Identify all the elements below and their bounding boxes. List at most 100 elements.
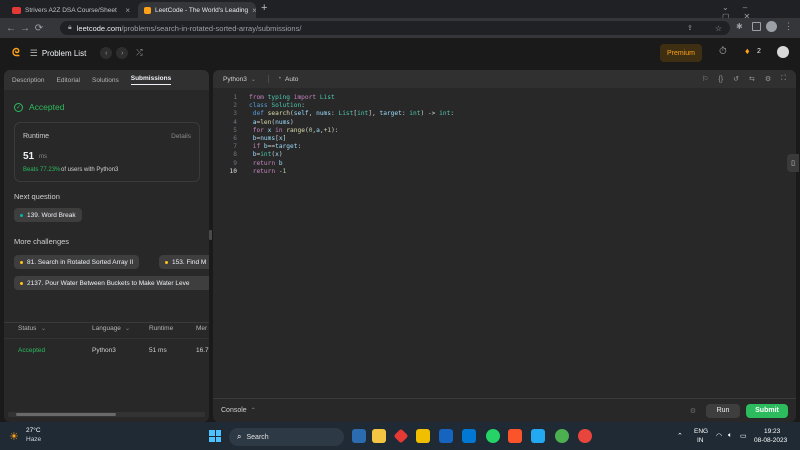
problem-list-link[interactable]: Problem List: [42, 49, 86, 58]
code-line: 1 from typing import List: [233, 94, 335, 101]
browser-tab-strivers[interactable]: Strivers A2Z DSA Course/Sheet ×: [6, 2, 136, 18]
sticky-notes-icon[interactable]: [416, 429, 430, 443]
windows-start-icon[interactable]: [209, 430, 221, 442]
table-header-runtime: Runtime: [149, 325, 174, 332]
chrome-icon[interactable]: [555, 429, 569, 443]
tab-editorial[interactable]: Editorial: [57, 77, 80, 84]
volume-icon[interactable]: 🔈︎: [728, 432, 732, 440]
chevron-down-icon[interactable]: ⌄: [251, 76, 256, 83]
tab-description[interactable]: Description: [12, 77, 45, 84]
run-button[interactable]: Run: [706, 403, 740, 418]
code-line: 4 a=len(nums): [233, 118, 294, 126]
outlook-icon[interactable]: [462, 429, 476, 443]
forward-arrow-icon[interactable]: →: [18, 23, 32, 34]
challenge-chip[interactable]: 2137. Pour Water Between Buckets to Make…: [14, 276, 209, 290]
tab-title: LeetCode - The World's Leading: [155, 6, 249, 14]
reset-icon[interactable]: ↺: [733, 75, 739, 83]
share-icon[interactable]: ⇪: [687, 24, 693, 32]
tab-solutions[interactable]: Solutions: [92, 77, 119, 84]
weather-temp[interactable]: 27°C: [26, 427, 41, 434]
code-line: 9 return b: [233, 159, 283, 167]
bookmark-icon[interactable]: ⚐: [702, 75, 708, 83]
language-select[interactable]: Python3: [223, 76, 247, 83]
scrollbar-thumb[interactable]: [16, 413, 116, 416]
submit-button[interactable]: Submit: [746, 403, 788, 418]
battery-icon[interactable]: ▭: [740, 432, 747, 440]
left-panel-tabs: Description Editorial Solutions Submissi…: [4, 70, 209, 90]
beats-suffix: of users with Python3: [61, 167, 119, 173]
back-arrow-icon[interactable]: ←: [4, 23, 18, 34]
code-line: 3 def search(self, nums: List[int], targ…: [233, 110, 455, 118]
browser-menu-icon[interactable]: ⋮: [784, 21, 793, 32]
details-link[interactable]: Details: [171, 133, 191, 140]
next-question-chip[interactable]: 139. Word Break: [14, 208, 82, 222]
row-memory: 16.7: [196, 347, 209, 354]
task-view-icon[interactable]: [352, 429, 366, 443]
vscode-icon[interactable]: [531, 429, 545, 443]
shuffle-icon[interactable]: ⤮: [136, 48, 142, 58]
chevron-up-icon[interactable]: ⌃: [251, 407, 256, 414]
gear-icon[interactable]: ⚙: [765, 75, 771, 83]
clock-date: 08-08-2023: [754, 437, 788, 444]
taskbar-search[interactable]: ⌕ Search: [229, 428, 344, 446]
prev-problem-button[interactable]: ‹: [100, 47, 113, 59]
leetcode-logo-icon[interactable]: ᘓ: [12, 47, 20, 60]
new-tab-button[interactable]: +: [261, 2, 267, 14]
premium-button[interactable]: Premium: [660, 44, 702, 62]
console-toggle[interactable]: Console: [221, 407, 247, 414]
address-bar[interactable]: 🔒︎ leetcode.com /problems/search-in-rota…: [60, 21, 730, 35]
row-status[interactable]: Accepted: [18, 347, 45, 354]
notes-side-button[interactable]: ▯: [787, 154, 799, 172]
table-header-memory: Mer: [196, 325, 208, 332]
check-circle-icon: ✓: [14, 102, 23, 112]
sidepanel-icon[interactable]: [752, 22, 761, 31]
table-header-status[interactable]: Status: [18, 325, 36, 332]
horizontal-scrollbar[interactable]: [8, 412, 205, 417]
brave-icon[interactable]: [508, 429, 522, 443]
row-language: Python3: [92, 347, 116, 354]
close-icon[interactable]: ×: [121, 6, 130, 15]
close-icon[interactable]: ×: [248, 6, 256, 15]
code-settings-icon[interactable]: ⇆: [749, 75, 755, 83]
reload-icon[interactable]: ⟳: [32, 23, 46, 34]
browser-tab-leetcode[interactable]: LeetCode - The World's Leading ×: [138, 2, 256, 18]
panel-resize-handle[interactable]: [209, 230, 212, 240]
fire-icon[interactable]: ♦: [745, 46, 750, 56]
youtube-favicon-icon: [12, 6, 21, 14]
whatsapp-icon[interactable]: [486, 429, 500, 443]
chevron-down-icon[interactable]: ⌄: [41, 325, 46, 332]
profile-avatar[interactable]: [766, 21, 777, 32]
weather-icon[interactable]: ☀: [9, 430, 19, 443]
word-icon[interactable]: [439, 429, 453, 443]
list-icon: ☰: [29, 47, 38, 58]
search-label: Search: [246, 433, 269, 441]
file-explorer-icon[interactable]: [372, 429, 386, 443]
wifi-icon[interactable]: ◠: [716, 432, 722, 440]
input-language[interactable]: ENG: [694, 428, 708, 435]
runtime-unit: ms: [39, 154, 47, 160]
table-header-language[interactable]: Language: [92, 325, 121, 332]
code-editor-panel: Python3 ⌄ • Auto ⚐ {} ↺ ⇆ ⚙ ⛶ 1 from typi…: [213, 70, 796, 422]
extensions-icon[interactable]: ✱: [736, 22, 743, 31]
tab-submissions[interactable]: Submissions: [130, 75, 172, 85]
gear-icon[interactable]: ⚙: [690, 407, 696, 415]
chrome-profile-icon[interactable]: [578, 429, 592, 443]
challenge-chip[interactable]: 81. Search in Rotated Sorted Array II: [14, 255, 140, 269]
clock-time[interactable]: 19:23: [764, 428, 780, 435]
runtime-value: 51: [23, 151, 35, 162]
streak-count: 2: [757, 48, 761, 55]
code-line: 5 for x in range(0,a,+1):: [233, 126, 339, 134]
challenge-chip[interactable]: 153. Find M: [159, 255, 209, 269]
chevron-down-icon[interactable]: ⌄: [125, 325, 130, 332]
table-row[interactable]: Accepted Python3 51 ms 16.7: [4, 340, 209, 362]
code-area[interactable]: 1 from typing import List 2 class Solution…: [221, 94, 455, 176]
next-problem-button[interactable]: ›: [116, 47, 129, 59]
star-icon[interactable]: ☆: [715, 24, 722, 33]
timer-icon[interactable]: ⏱: [719, 46, 727, 57]
editor-footer: Console ⌃ ⚙ Run Submit: [213, 398, 796, 422]
braces-icon[interactable]: {}: [718, 76, 723, 83]
auto-mode-toggle[interactable]: Auto: [285, 76, 298, 83]
user-avatar[interactable]: [777, 46, 789, 58]
fullscreen-icon[interactable]: ⛶: [781, 75, 786, 83]
chevron-up-icon[interactable]: ⌃: [677, 432, 683, 440]
